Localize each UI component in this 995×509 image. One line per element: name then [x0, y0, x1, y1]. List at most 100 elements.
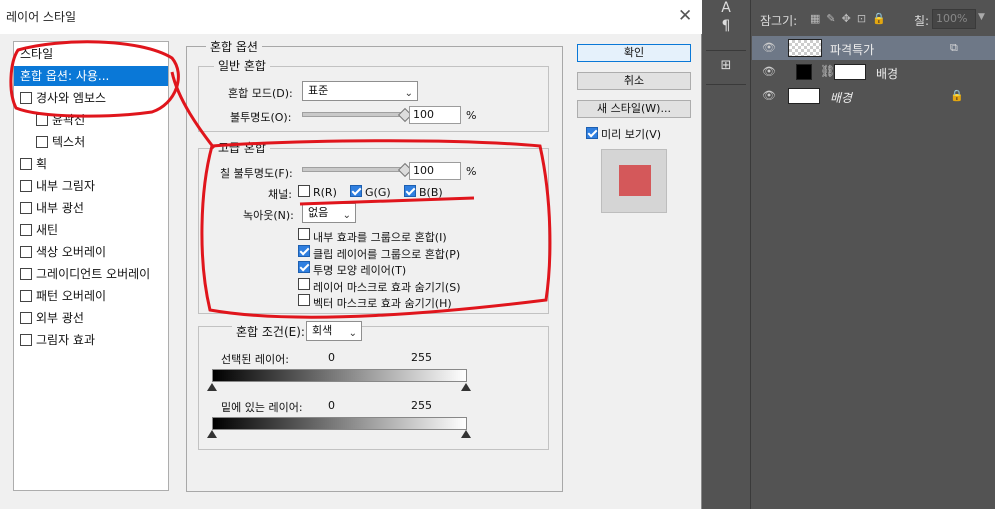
- tools-divider: [706, 50, 746, 51]
- style-checkbox[interactable]: [20, 246, 32, 258]
- opacity-input[interactable]: 100: [409, 106, 461, 124]
- style-item-label: 그레이디언트 오버레이: [36, 267, 151, 281]
- new-style-button[interactable]: 새 스타일(W)...: [577, 100, 691, 118]
- blend-mode-select[interactable]: 표준 ⌄: [302, 81, 418, 101]
- paragraph-panel-icon[interactable]: ¶: [716, 18, 736, 34]
- style-item-label: 내부 그림자: [36, 179, 96, 193]
- this-layer-black-slider[interactable]: [207, 383, 217, 391]
- ok-button[interactable]: 확인: [577, 44, 691, 62]
- style-checkbox[interactable]: [20, 202, 32, 214]
- channels-label: 채널:: [268, 188, 292, 201]
- style-item[interactable]: 혼합 옵션: 사용...: [14, 66, 168, 86]
- styles-list: 스타일 혼합 옵션: 사용... 경사와 엠보스 윤곽선 텍스처 획 내부 그림자 내부 광선…: [13, 41, 169, 491]
- advanced-option-checkbox[interactable]: [298, 261, 310, 273]
- style-item-label: 윤곽선: [52, 113, 86, 127]
- blend-if-group: [198, 326, 549, 450]
- channel-checkbox[interactable]: [298, 185, 310, 197]
- layer-thumbnail: [788, 39, 822, 57]
- style-item-label: 색상 오버레이: [36, 245, 107, 259]
- style-checkbox[interactable]: [36, 136, 48, 148]
- opacity-label: 불투명도(O):: [230, 111, 292, 124]
- style-checkbox[interactable]: [20, 334, 32, 346]
- chevron-down-icon: ⌄: [342, 210, 351, 221]
- knockout-select[interactable]: 없음 ⌄: [302, 203, 356, 223]
- eye-icon[interactable]: 👁: [762, 89, 776, 102]
- layers-panel: 잠그기: ▦✎✥⊡🔒 칠: 100% ▼ 👁 파격특가 ⧉ 👁 ⛓ 배경 👁 배…: [752, 0, 995, 509]
- style-item-label: 패턴 오버레이: [36, 289, 107, 303]
- smart-object-icon: ⧉: [950, 41, 958, 54]
- lock-label: 잠그기:: [760, 14, 798, 28]
- blend-mode-value: 표준: [308, 84, 329, 97]
- blend-if-select[interactable]: 회색 ⌄: [306, 321, 362, 341]
- link-icon[interactable]: ⛓: [820, 64, 835, 78]
- cancel-button[interactable]: 취소: [577, 72, 691, 90]
- chevron-down-icon[interactable]: ▼: [978, 12, 985, 22]
- layer-row[interactable]: 👁 파격특가 ⧉: [752, 36, 995, 60]
- style-item-label: 외부 광선: [36, 311, 84, 325]
- dialog-titlebar: 레이어 스타일 ✕: [0, 0, 702, 34]
- underlying-white-slider[interactable]: [461, 430, 471, 438]
- channel-checkbox[interactable]: [404, 185, 416, 197]
- chevron-down-icon: ⌄: [404, 88, 413, 99]
- advanced-option-label: 내부 효과를 그룹으로 혼합(I): [313, 231, 447, 244]
- this-layer-white-slider[interactable]: [461, 383, 471, 391]
- opacity-slider-track[interactable]: [302, 112, 406, 117]
- style-checkbox[interactable]: [36, 114, 48, 126]
- advanced-option-label: 레이어 마스크로 효과 숨기기(S): [313, 280, 461, 294]
- this-layer-gradient: [212, 369, 467, 382]
- blend-options-title: 혼합 옵션: [206, 38, 262, 55]
- style-checkbox[interactable]: [20, 312, 32, 324]
- this-layer-min: 0: [328, 351, 335, 364]
- this-layer-label: 선택된 레이어:: [221, 353, 289, 366]
- style-checkbox[interactable]: [20, 158, 32, 170]
- underlying-black-slider[interactable]: [207, 430, 217, 438]
- fill-input[interactable]: 100%: [932, 9, 976, 29]
- close-icon[interactable]: ✕: [678, 6, 692, 26]
- style-checkbox[interactable]: [20, 290, 32, 302]
- eye-icon[interactable]: 👁: [762, 65, 776, 78]
- blend-if-label: 혼합 조건(E):: [232, 323, 309, 340]
- general-blending-title: 일반 혼합: [214, 57, 270, 74]
- style-checkbox[interactable]: [20, 180, 32, 192]
- fill-opacity-unit: %: [466, 165, 477, 178]
- advanced-option-checkbox[interactable]: [298, 294, 310, 306]
- lock-icons[interactable]: ▦✎✥⊡🔒: [810, 12, 892, 25]
- blend-if-value: 회색: [312, 324, 333, 337]
- fill-label: 칠:: [914, 14, 930, 28]
- dialog-title: 레이어 스타일: [6, 10, 77, 24]
- layer-name[interactable]: 파격특가: [830, 41, 874, 58]
- preview-checkbox[interactable]: [586, 127, 598, 139]
- fill-opacity-input[interactable]: 100: [409, 162, 461, 180]
- advanced-option-checkbox[interactable]: [298, 244, 310, 257]
- style-checkbox[interactable]: [20, 224, 32, 236]
- layer-row[interactable]: 👁 ⛓ 배경: [752, 60, 995, 84]
- style-checkbox[interactable]: [20, 92, 32, 104]
- knockout-value: 없음: [308, 206, 329, 219]
- style-item-label: 내부 광선: [36, 201, 84, 215]
- measure-icon[interactable]: ⊞: [716, 58, 736, 73]
- character-panel-icon[interactable]: A: [716, 0, 736, 16]
- channel-checkbox[interactable]: [350, 185, 362, 197]
- opacity-unit: %: [466, 109, 477, 122]
- eye-icon[interactable]: 👁: [762, 41, 776, 54]
- advanced-option-label: 투명 모양 레이어(T): [313, 264, 407, 277]
- style-item-label: 혼합 옵션: 사용...: [20, 69, 110, 83]
- layer-name[interactable]: 배경: [830, 89, 852, 106]
- style-item-label: 텍스처: [52, 135, 86, 149]
- advanced-option-checkbox[interactable]: [298, 228, 310, 240]
- tools-divider: [706, 84, 746, 85]
- underlying-layer-label: 밑에 있는 레이어:: [221, 401, 303, 414]
- layer-row[interactable]: 👁 배경 🔒: [752, 84, 995, 108]
- tools-strip: A ¶ ⊞: [702, 0, 751, 509]
- underlying-layer-max: 255: [411, 399, 432, 412]
- style-checkbox[interactable]: [20, 268, 32, 280]
- lock-icon: 🔒: [950, 89, 964, 102]
- knockout-label: 녹아웃(N):: [243, 209, 294, 222]
- preview-swatch: [619, 165, 651, 196]
- channel-label: G(G): [365, 186, 391, 199]
- style-preview: [601, 149, 667, 213]
- advanced-option-checkbox[interactable]: [298, 277, 310, 290]
- mask-thumbnail: [834, 64, 866, 80]
- layer-name[interactable]: 배경: [876, 65, 898, 82]
- fill-opacity-slider-track[interactable]: [302, 167, 406, 172]
